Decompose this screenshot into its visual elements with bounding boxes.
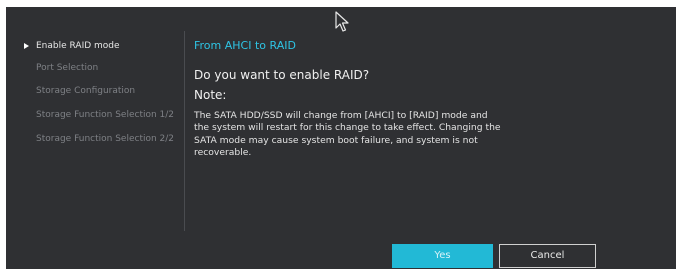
dialog-body-text: The SATA HDD/SSD will change from [AHCI]…	[194, 110, 549, 159]
sidebar-item-port-selection[interactable]: Port Selection	[36, 63, 98, 74]
body-line: the system will restart for this change …	[194, 122, 501, 134]
note-label: Note:	[194, 88, 227, 102]
body-line: SATA mode may cause system boot failure,…	[194, 134, 478, 146]
sidebar-item-label: Port Selection	[36, 63, 99, 73]
sidebar-item-label: Storage Configuration	[36, 86, 136, 96]
sidebar-item-storage-configuration[interactable]: Storage Configuration	[36, 86, 135, 97]
sidebar-item-label: Storage Function Selection 2/2	[36, 134, 175, 144]
body-line: The SATA HDD/SSD will change from [AHCI]…	[194, 110, 488, 121]
mouse-pointer-icon	[335, 11, 349, 32]
sidebar-item-enable-raid-mode[interactable]: Enable RAID mode	[24, 41, 120, 52]
sidebar-item-label: Storage Function Selection 1/2	[36, 110, 175, 120]
sidebar: Enable RAID mode Port Selection Storage …	[6, 7, 184, 269]
sidebar-item-storage-function-selection-2[interactable]: Storage Function Selection 2/2	[36, 134, 174, 145]
cancel-button[interactable]: Cancel	[499, 244, 596, 268]
dialog-question: Do you want to enable RAID?	[194, 68, 370, 82]
sidebar-item-label: Enable RAID mode	[36, 41, 120, 51]
dialog-subtitle: From AHCI to RAID	[194, 39, 296, 52]
bios-dialog-window: Enable RAID mode Port Selection Storage …	[6, 7, 676, 269]
yes-button[interactable]: Yes	[392, 244, 493, 268]
vertical-divider	[184, 31, 185, 231]
body-line: recoverable.	[194, 146, 252, 158]
sidebar-item-storage-function-selection-1[interactable]: Storage Function Selection 1/2	[36, 110, 174, 121]
triangle-right-icon	[24, 42, 29, 49]
